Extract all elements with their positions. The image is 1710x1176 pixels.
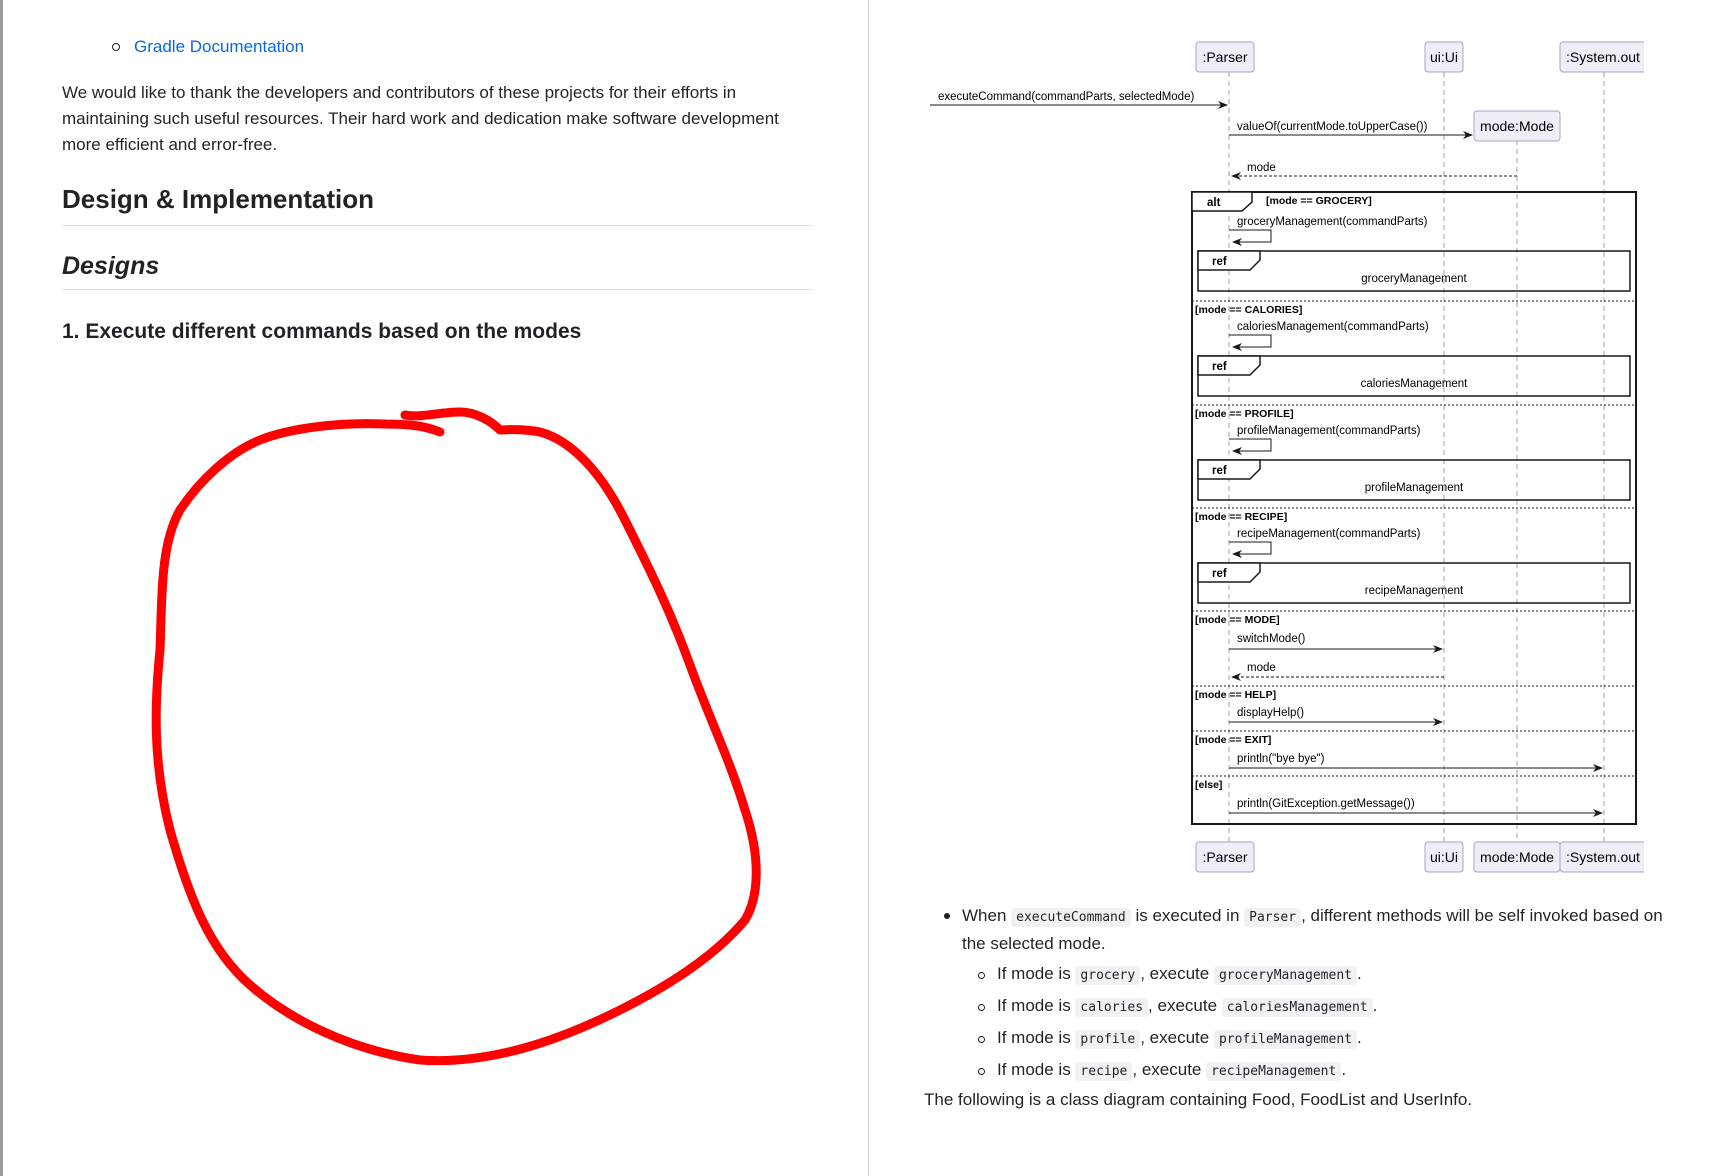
closing-paragraph: The following is a class diagram contain… <box>924 1090 1473 1109</box>
svg-text:println("bye bye"): println("bye bye") <box>1237 753 1325 765</box>
svg-text:println(GitException.getMessag: println(GitException.getMessage()) <box>1237 798 1415 810</box>
svg-text:groceryManagement(commandParts: groceryManagement(commandParts) <box>1237 216 1428 228</box>
participant-ui-top: ui:Ui <box>1424 41 1464 73</box>
branch-grocery: [mode == GROCERY] groceryManagement(comm… <box>1197 195 1631 292</box>
participant-mode-label: mode:Mode <box>1480 118 1554 134</box>
svg-text::Parser: :Parser <box>1202 849 1247 865</box>
svg-text:ref: ref <box>1212 361 1227 373</box>
branch-recipe: [mode == RECIPE] recipeManagement(comman… <box>1195 511 1631 604</box>
svg-text:displayHelp(): displayHelp() <box>1237 707 1304 719</box>
svg-text:[else]: [else] <box>1195 779 1222 791</box>
list-item: If mode is profile, execute profileManag… <box>978 1025 1674 1053</box>
circle-bullet-icon <box>978 1003 985 1011</box>
svg-text:[mode == MODE]: [mode == MODE] <box>1195 614 1280 626</box>
circle-bullet-icon <box>978 1035 985 1043</box>
alt-fragment: alt <box>1191 191 1637 825</box>
participant-ui-bottom: ui:Ui <box>1424 841 1464 873</box>
message-valueof: valueOf(currentMode.toUpperCase()) <box>1229 121 1473 139</box>
svg-text:ref: ref <box>1212 465 1227 477</box>
list-item: If mode is recipe, execute recipeManagem… <box>978 1057 1674 1085</box>
disc-bullet-icon <box>944 913 950 919</box>
page-divider <box>868 0 869 1176</box>
description-main-text: When executeCommand is executed in Parse… <box>962 906 1663 953</box>
svg-text:ref: ref <box>1212 256 1227 268</box>
description-list: When executeCommand is executed in Parse… <box>944 903 1674 1085</box>
svg-text:mode: mode <box>1247 662 1276 674</box>
svg-text:[mode == GROCERY]: [mode == GROCERY] <box>1266 195 1372 207</box>
participant-ui-label: ui:Ui <box>1430 49 1458 65</box>
svg-text::System.out: :System.out <box>1566 849 1640 865</box>
svg-text:caloriesManagement(commandPart: caloriesManagement(commandParts) <box>1237 321 1429 333</box>
branch-else: [else] println(GitException.getMessage()… <box>1195 779 1603 817</box>
svg-text:profileManagement: profileManagement <box>1365 482 1464 494</box>
svg-text:ui:Ui: ui:Ui <box>1430 849 1458 865</box>
participant-systemout-bottom: :System.out <box>1559 841 1644 873</box>
circle-bullet-icon <box>978 1067 985 1075</box>
svg-text:mode: mode <box>1247 162 1276 174</box>
branch-mode: [mode == MODE] switchMode() mode <box>1195 614 1444 681</box>
message-executecommand: executeCommand(commandParts, selectedMod… <box>930 91 1228 109</box>
svg-text:caloriesManagement: caloriesManagement <box>1361 378 1469 390</box>
svg-text:executeCommand(commandParts, s: executeCommand(commandParts, selectedMod… <box>938 91 1194 103</box>
description-main-item: When executeCommand is executed in Parse… <box>944 903 1674 957</box>
circle-bullet-icon <box>978 971 985 979</box>
branch-calories: [mode == CALORIES] caloriesManagement(co… <box>1195 304 1631 397</box>
svg-text:profileManagement(commandParts: profileManagement(commandParts) <box>1237 425 1421 437</box>
svg-text:[mode == PROFILE]: [mode == PROFILE] <box>1195 408 1294 420</box>
branch-help: [mode == HELP] displayHelp() <box>1195 689 1443 726</box>
sequence-diagram: :Parser ui:Ui mode:Mode :System.out exec… <box>930 41 1644 873</box>
svg-text:[mode == HELP]: [mode == HELP] <box>1195 689 1276 701</box>
svg-text:ref: ref <box>1212 568 1227 580</box>
svg-text:switchMode(): switchMode() <box>1237 633 1306 645</box>
participant-parser-label: :Parser <box>1202 49 1247 65</box>
participant-mode-created: mode:Mode <box>1473 110 1561 142</box>
svg-text:valueOf(currentMode.toUpperCas: valueOf(currentMode.toUpperCase()) <box>1237 121 1428 133</box>
branch-exit: [mode == EXIT] println("bye bye") <box>1195 734 1603 772</box>
list-item: If mode is calories, execute caloriesMan… <box>978 993 1674 1021</box>
red-circle-annotation <box>151 407 761 1066</box>
participant-parser-bottom: :Parser <box>1195 841 1255 873</box>
message-return-mode: mode <box>1231 162 1517 180</box>
participant-systemout-top: :System.out <box>1559 41 1644 73</box>
svg-text:recipeManagement(commandParts): recipeManagement(commandParts) <box>1237 528 1421 540</box>
svg-text:mode:Mode: mode:Mode <box>1480 849 1554 865</box>
svg-text:[mode == CALORIES]: [mode == CALORIES] <box>1195 304 1302 316</box>
participant-parser-top: :Parser <box>1195 41 1255 73</box>
participant-systemout-label: :System.out <box>1566 49 1640 65</box>
participant-mode-bottom: mode:Mode <box>1473 841 1561 873</box>
svg-text:[mode == EXIT]: [mode == EXIT] <box>1195 734 1271 746</box>
svg-text:[mode == RECIPE]: [mode == RECIPE] <box>1195 511 1287 523</box>
svg-text:groceryManagement: groceryManagement <box>1361 273 1467 285</box>
branch-profile: [mode == PROFILE] profileManagement(comm… <box>1195 408 1631 501</box>
svg-text:recipeManagement: recipeManagement <box>1365 585 1464 597</box>
alt-label: alt <box>1207 197 1221 209</box>
participant-lifelines <box>1228 72 1605 842</box>
list-item: If mode is grocery, execute groceryManag… <box>978 961 1674 989</box>
